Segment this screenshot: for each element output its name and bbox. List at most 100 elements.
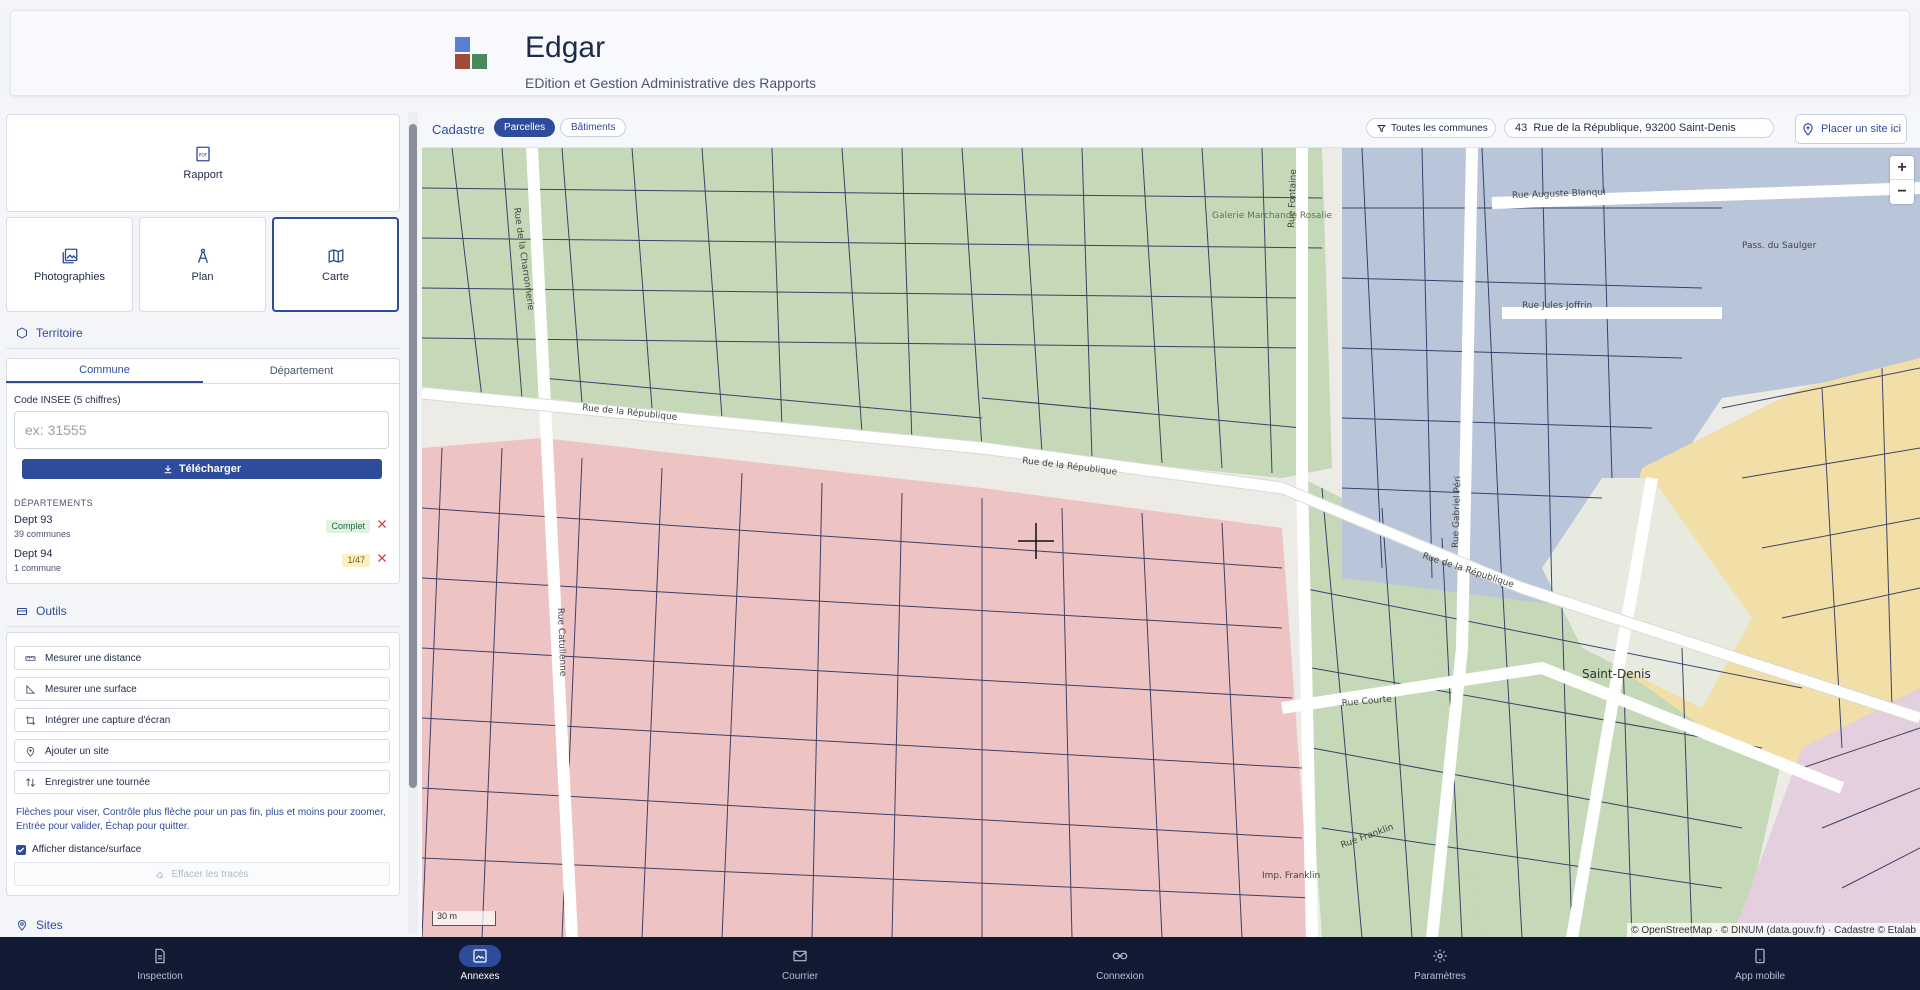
zoom-in-button[interactable]: + [1890, 156, 1914, 180]
street-label: Rue Jules Joffrin [1522, 301, 1592, 311]
location-icon [17, 920, 27, 931]
insee-input[interactable] [14, 411, 389, 449]
tool-record-route[interactable]: Enregistrer une tournée [14, 770, 390, 794]
nav-parametres[interactable]: Paramètres [1280, 937, 1600, 990]
nav-label: App mobile [1734, 971, 1786, 982]
checkbox-label: Afficher distance/surface [32, 844, 142, 855]
add-location-icon [26, 746, 35, 757]
tile-photographies[interactable]: Photographies [6, 217, 133, 312]
commune-filter[interactable]: Toutes les communes [1366, 118, 1496, 138]
tool-label: Enregistrer une tournée [45, 776, 151, 788]
link-icon [1112, 952, 1128, 960]
scrollbar-thumb[interactable] [409, 124, 417, 788]
street-label: Pass. du Saulger [1742, 241, 1817, 251]
street-label: Imp. Franklin [1262, 871, 1320, 881]
dept-count: 1 commune [14, 563, 62, 573]
filter-icon [1377, 124, 1386, 132]
pill-parcelles[interactable]: Parcelles [494, 118, 556, 137]
place-label: Placer un site ici [1820, 123, 1902, 135]
cadastre-map[interactable]: Rue de la République Rue de la Républiqu… [422, 148, 1920, 938]
close-icon[interactable] [376, 552, 388, 564]
zoom-control: + − [1890, 156, 1914, 204]
street-label: Galerie Marchande Rosalie [1212, 211, 1332, 221]
nav-label: Paramètres [1414, 971, 1466, 982]
nav-annexes[interactable]: Annexes [320, 937, 640, 990]
section-territoire[interactable]: Territoire [16, 326, 83, 340]
show-measure-row: Afficher distance/surface [16, 844, 141, 855]
tool-label: Intégrer une capture d'écran [45, 714, 171, 726]
map-canvas[interactable]: Rue de la République Rue de la Républiqu… [422, 148, 1920, 938]
check-icon [17, 847, 25, 853]
app-title: Edgar [525, 31, 606, 64]
download-icon [164, 465, 172, 474]
outils-panel [6, 632, 400, 896]
nav-label: Connexion [1096, 971, 1144, 982]
map-attribution: © OpenStreetMap · © DINUM (data.gouv.fr)… [1627, 923, 1920, 938]
status-badge: 1/47 [342, 554, 370, 567]
tab-commune[interactable]: Commune [6, 358, 203, 383]
pill-batiments[interactable]: Bâtiments [560, 118, 627, 137]
close-icon[interactable] [376, 518, 388, 530]
gear-icon [1433, 949, 1447, 963]
tool-add-site[interactable]: Ajouter un site [14, 739, 390, 763]
tool-label: Ajouter un site [45, 745, 109, 757]
tab-departement[interactable]: Département [203, 358, 400, 383]
tool-screenshot[interactable]: Intégrer une capture d'écran [14, 708, 390, 732]
nav-label: Annexes [460, 971, 500, 982]
place-site-button[interactable]: Placer un site ici [1795, 114, 1907, 144]
add-location-icon [1803, 123, 1813, 136]
nav-courrier[interactable]: Courrier [640, 937, 960, 990]
status-badge: Complet [326, 520, 370, 533]
dept-row: Dept 94 1 commune 1/47 [14, 548, 390, 578]
sidebar: PDF Rapport Photographies Plan Carte Ter… [0, 110, 410, 936]
address-search-input[interactable] [1504, 118, 1774, 138]
dept-row: Dept 93 39 communes Complet [14, 514, 390, 544]
nav-connexion[interactable]: Connexion [960, 937, 1280, 990]
gallery-icon [62, 248, 77, 263]
cadastre-label: Cadastre [432, 122, 485, 137]
tool-measure-distance[interactable]: Mesurer une distance [14, 646, 390, 670]
document-icon [155, 948, 165, 964]
tile-plan[interactable]: Plan [139, 217, 266, 312]
place-name: Saint-Denis [1582, 667, 1651, 681]
section-sites[interactable]: Sites [16, 918, 63, 932]
area-icon [26, 684, 36, 694]
image-icon [473, 949, 487, 963]
ruler-icon [25, 655, 36, 661]
nav-app-mobile[interactable]: App mobile [1600, 937, 1920, 990]
toolbox-icon [17, 608, 27, 615]
sidebar-scrollbar[interactable] [408, 112, 418, 934]
app-subtitle: EDition et Gestion Administrative des Ra… [525, 75, 817, 91]
nav-label: Courrier [781, 971, 819, 982]
section-title: Outils [36, 604, 67, 618]
show-measure-checkbox[interactable] [16, 844, 26, 855]
tool-label: Mesurer une surface [45, 683, 137, 695]
clear-label: Effacer les tracés [171, 868, 249, 880]
dept-name: Dept 94 [14, 548, 53, 560]
crop-icon [25, 715, 36, 725]
dept-name: Dept 93 [14, 514, 53, 526]
tile-label: Rapport [183, 169, 223, 181]
filter-label: Toutes les communes [1391, 122, 1488, 134]
tile-label: Photographies [34, 270, 105, 283]
download-label: Télécharger [178, 463, 242, 475]
departements-heading: Départements [14, 498, 94, 508]
map-icon [328, 248, 343, 263]
section-title: Sites [36, 918, 63, 932]
tile-carte[interactable]: Carte [272, 217, 399, 312]
download-button[interactable]: Télécharger [22, 459, 382, 479]
nav-label: Inspection [137, 971, 183, 982]
tile-rapport[interactable]: PDF Rapport [6, 114, 400, 212]
tool-measure-area[interactable]: Mesurer une surface [14, 677, 390, 701]
tool-label: Mesurer une distance [45, 652, 142, 664]
divider [6, 348, 400, 349]
pdf-icon: PDF [196, 146, 210, 162]
clear-traces-button[interactable]: Effacer les tracés [14, 862, 390, 886]
insee-label: Code INSEE (5 chiffres) [14, 395, 121, 406]
zoom-out-button[interactable]: − [1890, 180, 1914, 204]
nav-inspection[interactable]: Inspection [0, 937, 320, 990]
svg-text:PDF: PDF [199, 152, 208, 158]
section-outils[interactable]: Outils [16, 604, 67, 618]
tile-label: Carte [322, 270, 349, 283]
mail-icon [793, 950, 807, 962]
